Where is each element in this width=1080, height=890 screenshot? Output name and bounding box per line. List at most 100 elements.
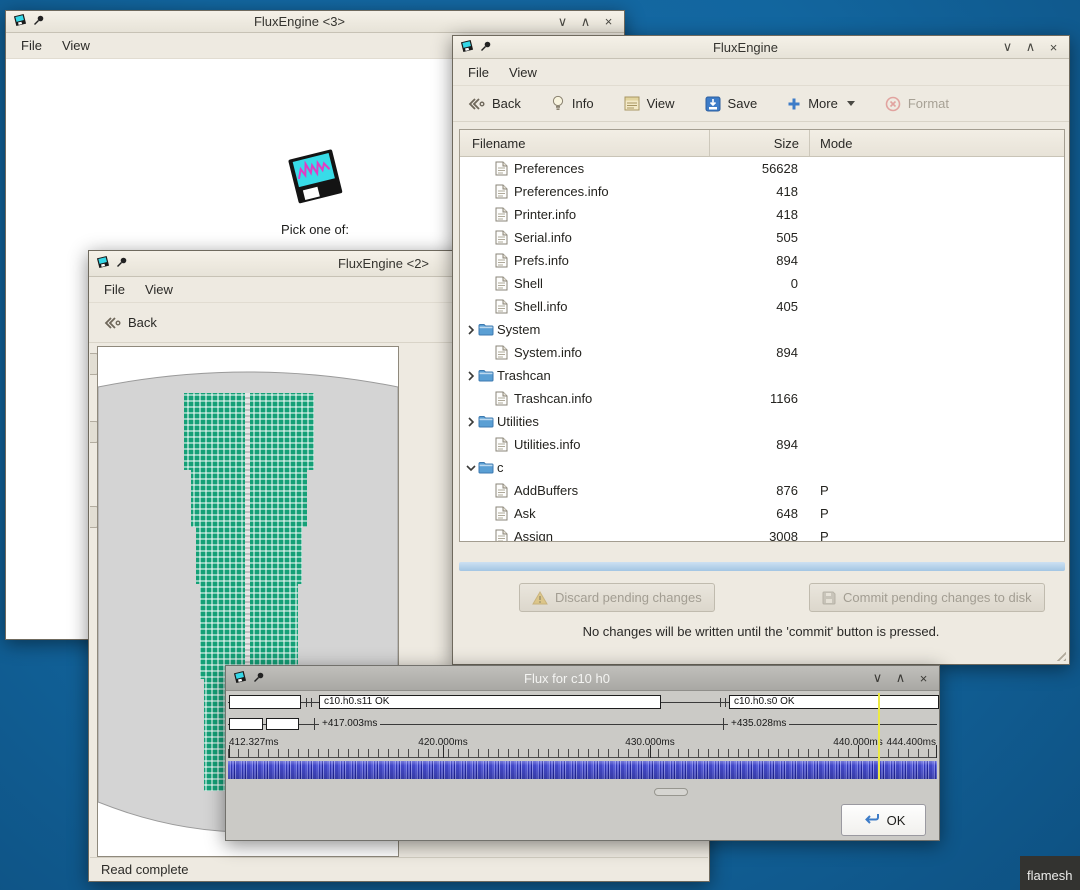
file-icon (495, 529, 513, 542)
table-row[interactable]: Assign3008P (460, 525, 1064, 542)
menu-file[interactable]: File (12, 34, 51, 57)
chevron-right-icon[interactable] (464, 417, 478, 427)
filename-cell: Preferences.info (460, 184, 710, 199)
menu-view[interactable]: View (500, 61, 546, 84)
table-row[interactable]: Serial.info505 (460, 226, 1064, 249)
major-tick (443, 745, 444, 758)
close-button[interactable]: × (915, 671, 932, 686)
table-row[interactable]: Trashcan.info1166 (460, 387, 1064, 410)
table-row[interactable]: Utilities (460, 410, 1064, 433)
commit-changes-button[interactable]: Commit pending changes to disk (809, 583, 1045, 612)
file-icon (495, 345, 513, 360)
chevron-right-icon[interactable] (464, 371, 478, 381)
file-icon (495, 483, 513, 498)
chevron-down-icon[interactable] (464, 463, 478, 473)
titlebar[interactable]: FluxEngine ∨ ∧ × (453, 36, 1069, 59)
back-button[interactable]: Back (103, 315, 157, 330)
menu-file[interactable]: File (459, 61, 498, 84)
file-mode: P (810, 483, 1064, 498)
pin-icon[interactable] (33, 14, 45, 29)
file-icon (495, 184, 513, 199)
table-row[interactable]: c (460, 456, 1064, 479)
window-title: FluxEngine (498, 40, 993, 55)
warning-icon (532, 591, 548, 605)
chevron-down-icon[interactable] (847, 101, 855, 106)
flux-plot-area: c10.h0.s11 OK c10.h0.s0 OK +417.003ms +4… (226, 691, 939, 840)
table-row[interactable]: AddBuffers876P (460, 479, 1064, 502)
table-row[interactable]: System.info894 (460, 341, 1064, 364)
sector-box[interactable]: c10.h0.s11 OK (319, 695, 661, 709)
filename: Ask (514, 506, 536, 521)
close-button[interactable]: × (1045, 40, 1062, 55)
table-row[interactable]: Trashcan (460, 364, 1064, 387)
file-table: Filename Size Mode Preferences56628Prefe… (459, 129, 1065, 542)
maximize-button[interactable]: ∧ (892, 670, 909, 686)
filename-cell: AddBuffers (460, 483, 710, 498)
pin-icon[interactable] (116, 256, 128, 271)
pin-icon[interactable] (253, 671, 265, 686)
view-label: View (647, 96, 675, 111)
filename: Prefs.info (514, 253, 569, 268)
more-button[interactable]: More (787, 96, 855, 111)
maximize-button[interactable]: ∧ (577, 14, 594, 30)
maximize-button[interactable]: ∧ (1022, 39, 1039, 55)
titlebar[interactable]: FluxEngine <3> ∨ ∧ × (6, 11, 624, 33)
desktop: FluxEngine <3> ∨ ∧ × File View Pick on (0, 0, 1080, 890)
table-row[interactable]: System (460, 318, 1064, 341)
table-row[interactable]: Utilities.info894 (460, 433, 1064, 456)
filename-cell: System.info (460, 345, 710, 360)
chevron-right-icon[interactable] (464, 325, 478, 335)
filename-cell: System (460, 322, 710, 337)
sector-box[interactable] (229, 695, 301, 709)
window-title: FluxEngine <3> (51, 14, 548, 29)
shade-button[interactable]: ∨ (554, 14, 571, 30)
file-mode: P (810, 506, 1064, 521)
return-arrow-icon (862, 812, 880, 829)
file-icon (495, 437, 513, 452)
folder-icon (478, 323, 496, 336)
file-size: 56628 (710, 161, 810, 176)
view-button[interactable]: View (624, 96, 675, 111)
file-size: 505 (710, 230, 810, 245)
table-header: Filename Size Mode (460, 130, 1064, 157)
info-button[interactable]: Info (551, 95, 594, 112)
column-mode[interactable]: Mode (810, 130, 1064, 156)
file-icon (495, 391, 513, 406)
record-box[interactable] (229, 718, 263, 730)
table-row[interactable]: Shell.info405 (460, 295, 1064, 318)
shade-button[interactable]: ∨ (999, 39, 1016, 55)
flameshot-tray-label[interactable]: flamesh (1020, 856, 1080, 890)
titlebar[interactable]: Flux for c10 h0 ∨ ∧ × (226, 666, 939, 691)
filename: Preferences.info (514, 184, 609, 199)
menu-view[interactable]: View (53, 34, 99, 57)
back-button[interactable]: Back (467, 96, 521, 111)
table-row[interactable]: Prefs.info894 (460, 249, 1064, 272)
ok-button[interactable]: OK (841, 804, 926, 836)
menu-file[interactable]: File (95, 278, 134, 301)
table-row[interactable]: Printer.info418 (460, 203, 1064, 226)
shade-button[interactable]: ∨ (869, 670, 886, 686)
table-row[interactable]: Preferences56628 (460, 157, 1064, 180)
column-filename[interactable]: Filename (460, 130, 710, 156)
menu-view[interactable]: View (136, 278, 182, 301)
save-label: Save (728, 96, 758, 111)
back-label: Back (492, 96, 521, 111)
file-size: 418 (710, 207, 810, 222)
column-size[interactable]: Size (710, 130, 810, 156)
scrollbar-handle[interactable] (654, 788, 688, 796)
file-icon (495, 253, 513, 268)
time-axis-ticks (228, 749, 937, 758)
resize-grip[interactable] (1053, 648, 1066, 661)
sector-box[interactable]: c10.h0.s0 OK (729, 695, 939, 709)
table-row[interactable]: Preferences.info418 (460, 180, 1064, 203)
close-button[interactable]: × (600, 14, 617, 29)
format-button: Format (885, 96, 949, 112)
discard-changes-button[interactable]: Discard pending changes (519, 583, 715, 612)
save-button[interactable]: Save (705, 96, 758, 112)
record-box[interactable] (266, 718, 299, 730)
file-icon (495, 230, 513, 245)
filename-cell: Trashcan.info (460, 391, 710, 406)
table-row[interactable]: Ask648P (460, 502, 1064, 525)
table-row[interactable]: Shell0 (460, 272, 1064, 295)
pin-icon[interactable] (480, 40, 492, 55)
